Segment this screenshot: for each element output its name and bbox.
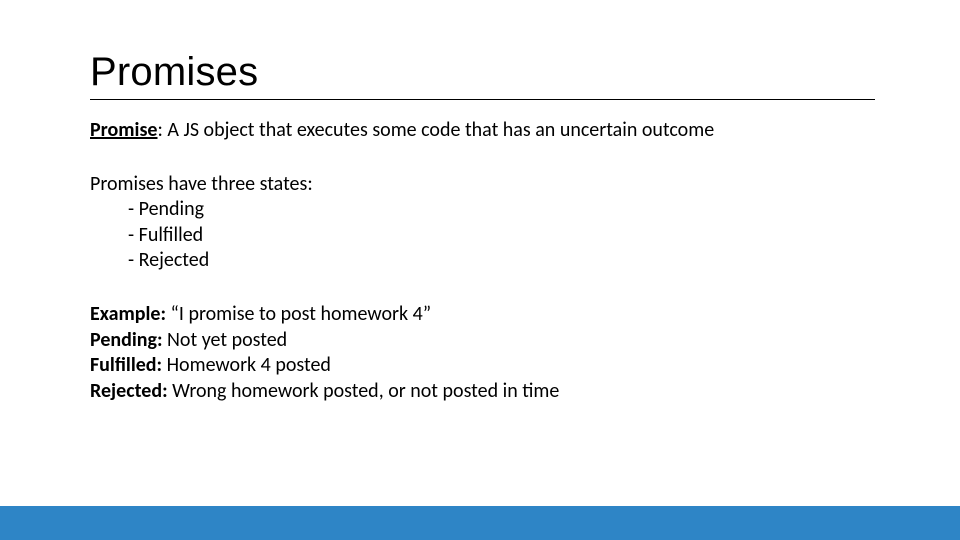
state-item: - Pending <box>90 197 875 223</box>
definition-label: Promise <box>90 118 158 142</box>
fulfilled-text: Homework 4 posted <box>162 353 331 377</box>
example-line: Example: “I promise to post homework 4” <box>90 302 875 328</box>
definition-text: : A JS object that executes some code th… <box>158 118 715 142</box>
rejected-text: Wrong homework posted, or not posted in … <box>168 379 560 403</box>
states-intro: Promises have three states: <box>90 172 875 198</box>
state-item: - Rejected <box>90 248 875 274</box>
slide: Promises Promise: A JS object that execu… <box>0 0 960 540</box>
fulfilled-line: Fulfilled: Homework 4 posted <box>90 353 875 379</box>
pending-line: Pending: Not yet posted <box>90 328 875 354</box>
footer-bar <box>0 506 960 540</box>
rejected-line: Rejected: Wrong homework posted, or not … <box>90 379 875 405</box>
body-content: Promise: A JS object that executes some … <box>90 118 875 404</box>
state-item: - Fulfilled <box>90 223 875 249</box>
example-text: “I promise to post homework 4” <box>166 302 431 326</box>
pending-label: Pending: <box>90 328 163 352</box>
pending-text: Not yet posted <box>163 328 288 352</box>
definition-line: Promise: A JS object that executes some … <box>90 118 875 144</box>
example-label: Example: <box>90 302 166 326</box>
page-title: Promises <box>90 50 875 100</box>
spacer <box>90 274 875 302</box>
fulfilled-label: Fulfilled: <box>90 353 162 377</box>
spacer <box>90 144 875 172</box>
rejected-label: Rejected: <box>90 379 168 403</box>
